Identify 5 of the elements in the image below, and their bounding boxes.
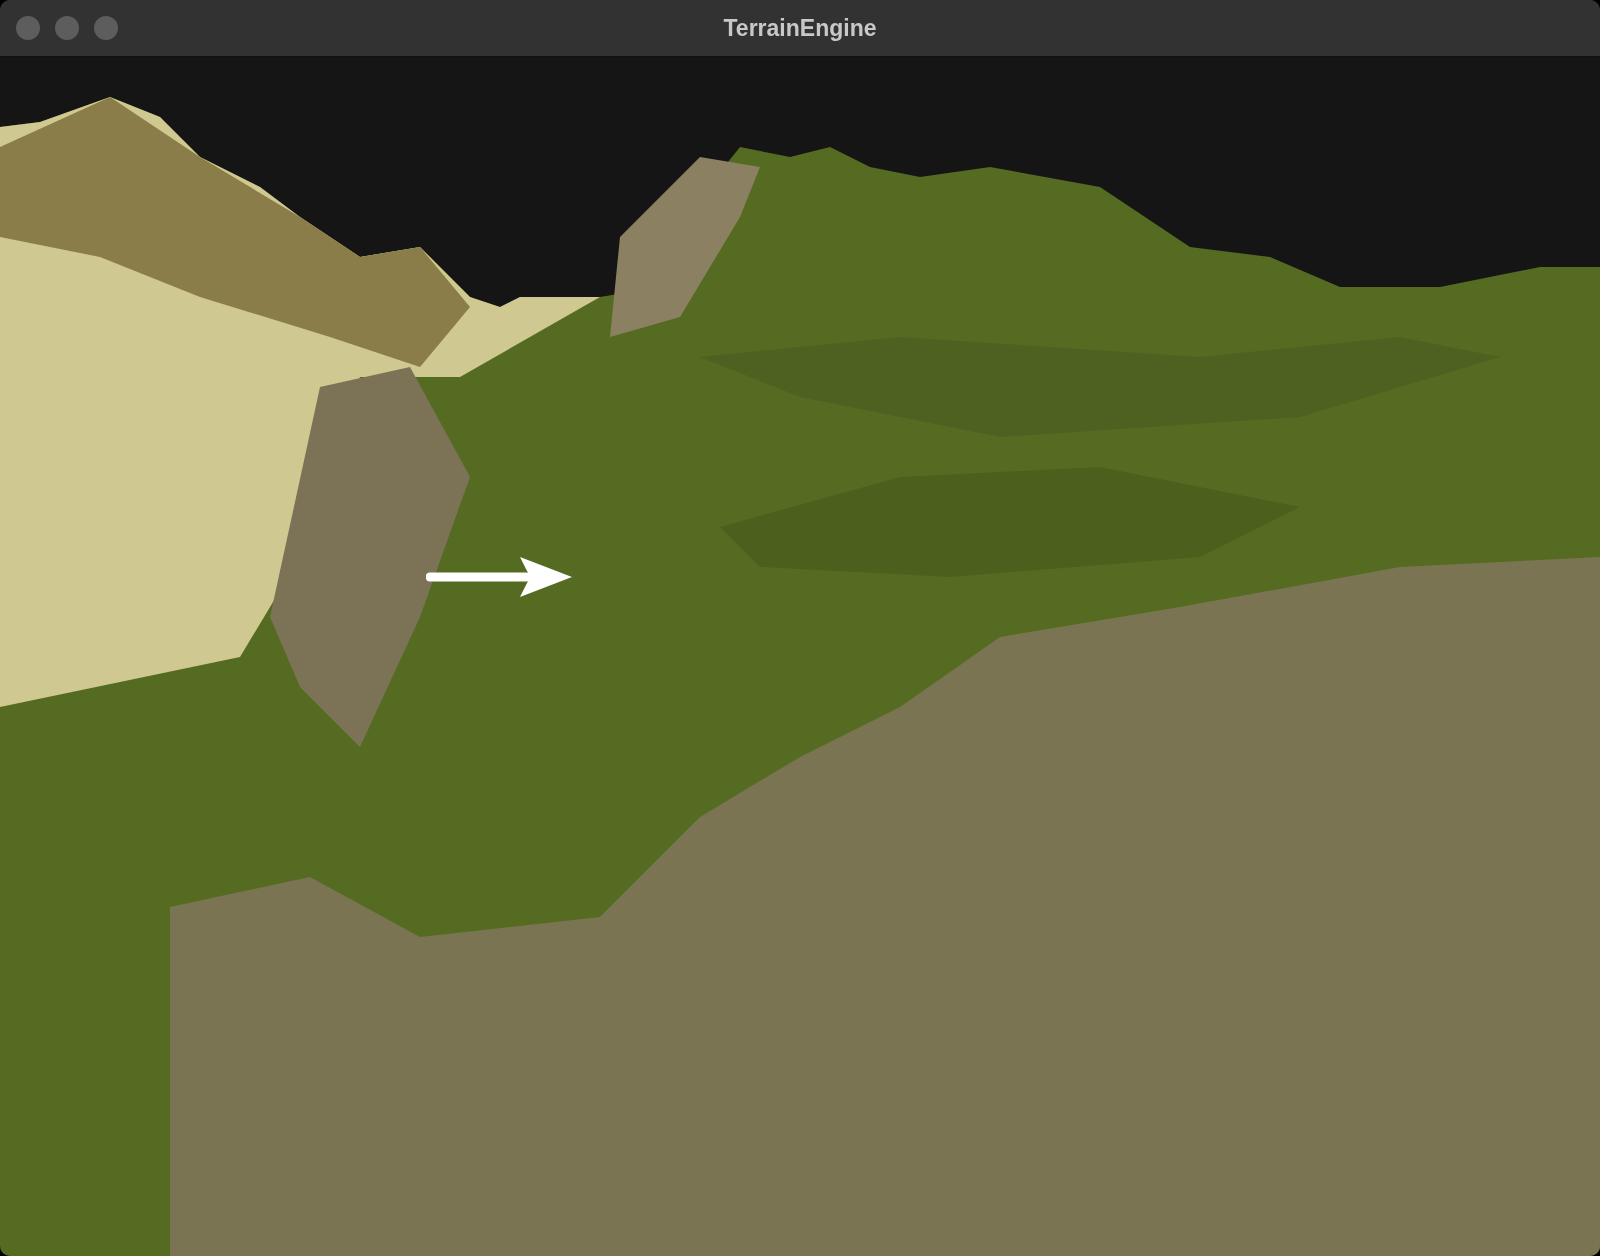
zoom-button[interactable] <box>94 16 118 40</box>
window-title: TerrainEngine <box>723 14 877 42</box>
close-button[interactable] <box>16 16 40 40</box>
minimize-button[interactable] <box>55 16 79 40</box>
arrow-icon <box>426 555 572 599</box>
